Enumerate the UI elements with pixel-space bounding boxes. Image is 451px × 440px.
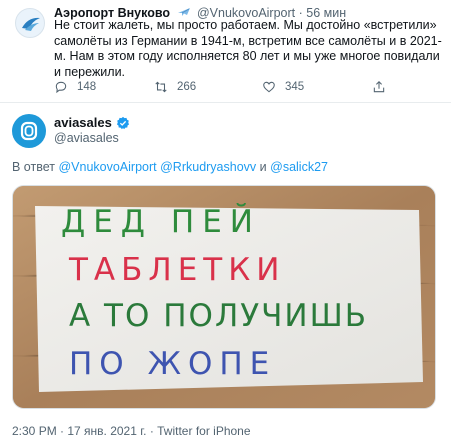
reply-user-link[interactable]: @Rrkudryashovv	[160, 160, 256, 174]
reply-count: 148	[77, 81, 97, 93]
reply-icon	[55, 81, 67, 94]
verified-badge-icon	[116, 116, 129, 129]
like-count: 345	[285, 81, 305, 93]
tweet-timestamp[interactable]: 2:30 PM · 17 янв. 2021 г. · Twitter for …	[12, 424, 251, 438]
share-button[interactable]	[372, 80, 395, 94]
reply-button[interactable]: 148	[54, 80, 96, 94]
aviasales-logo-icon[interactable]	[12, 114, 46, 148]
retweet-button[interactable]: 266	[154, 80, 196, 94]
reply-prefix: В ответ	[12, 160, 55, 174]
like-icon	[263, 81, 275, 93]
author-handle[interactable]: @aviasales	[54, 131, 119, 145]
note-line-1: ДЕД ПЕЙ	[61, 204, 261, 240]
reply-user-link[interactable]: @VnukovoAirport	[58, 160, 156, 174]
tweet-vnukovo[interactable]: Аэропорт Внуково @VnukovoAirport · 56 ми…	[0, 0, 451, 102]
reply-context: В ответ @VnukovoAirport @Rrkudryashovv и…	[12, 160, 328, 174]
tweet-photo[interactable]: ДЕД ПЕЙ ТАБЛЕТКИ А ТО ПОЛУЧИШЬ ПО ЖОПЕ	[12, 185, 436, 409]
author-name-text[interactable]: aviasales	[54, 115, 112, 130]
retweet-count: 266	[177, 81, 197, 93]
share-icon	[373, 81, 385, 93]
like-button[interactable]: 345	[262, 80, 304, 94]
tweet-actions: 148 266 345	[54, 80, 434, 96]
retweet-icon	[155, 81, 167, 93]
note-line-4: ПО ЖОПЕ	[69, 346, 276, 382]
reply-conjunction: и	[259, 160, 267, 174]
author-name[interactable]: aviasales	[54, 115, 130, 130]
airport-logo-icon[interactable]	[15, 8, 45, 38]
tweet-divider	[0, 102, 451, 103]
airplane-emoji-icon	[177, 8, 190, 16]
note-line-2: ТАБЛЕТКИ	[68, 252, 285, 288]
tweet-text: Не стоит жалеть, мы просто работаем. Мы …	[54, 18, 442, 79]
reply-user-link[interactable]: @salick27	[270, 160, 328, 174]
note-line-3: А ТО ПОЛУЧИШЬ	[69, 298, 368, 334]
